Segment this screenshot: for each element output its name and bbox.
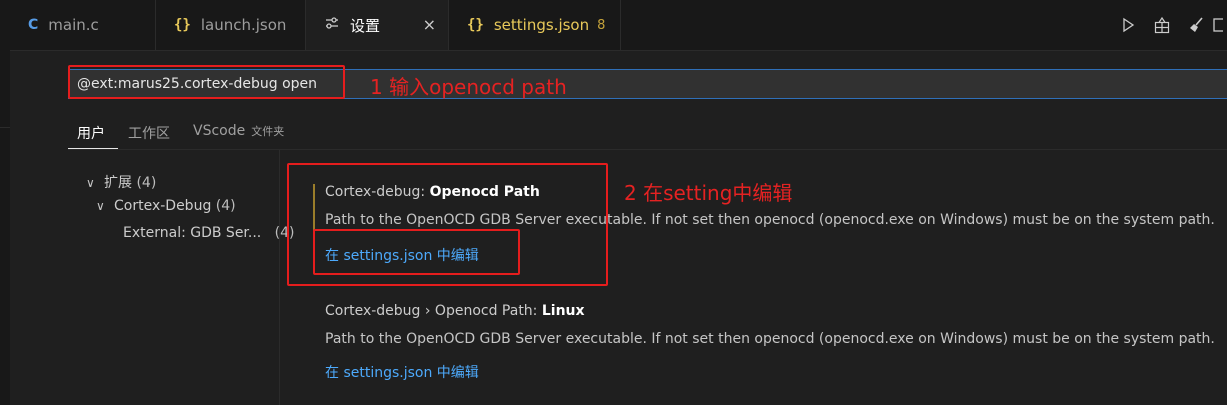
scope-tab-workspace[interactable]: 工作区	[128, 123, 170, 143]
active-scope-indicator	[68, 148, 118, 149]
chevron-down-icon: ∨	[86, 176, 95, 190]
split-icon[interactable]	[1145, 8, 1179, 42]
edit-in-settings-json-link[interactable]: 在 settings.json 中编辑	[325, 245, 479, 265]
tab-label: settings.json	[493, 16, 590, 34]
left-gutter	[0, 0, 10, 405]
toc-item-extensions[interactable]: ∨ 扩展 (4)	[86, 172, 156, 192]
settings-search-box	[68, 69, 1227, 99]
scope-divider	[68, 149, 1227, 150]
setting-description: Path to the OpenOCD GDB Server executabl…	[325, 331, 1215, 347]
toc-item-external-gdb[interactable]: External: GDB Ser... (4)	[123, 225, 294, 241]
toc-item-cortex-debug[interactable]: ∨ Cortex-Debug (4)	[96, 198, 236, 214]
broom-icon[interactable]	[1179, 8, 1213, 42]
setting-description: Path to the OpenOCD GDB Server executabl…	[325, 212, 1215, 228]
tab-settings[interactable]: 设置 ×	[306, 0, 449, 50]
tab-label: 设置	[350, 16, 381, 35]
tab-label: main.c	[48, 16, 99, 34]
annotation-step-2: 2 在setting中编辑	[624, 181, 793, 205]
layout-icon[interactable]	[1213, 8, 1227, 42]
problem-count-badge: 8	[597, 17, 606, 33]
json-file-icon: {}	[467, 17, 484, 33]
run-icon[interactable]	[1111, 8, 1145, 42]
tab-settings-json[interactable]: {} settings.json 8	[449, 0, 621, 50]
toc-separator	[279, 150, 280, 405]
editor-tab-bar: C main.c {} launch.json 设置 × {} settings…	[10, 0, 1227, 51]
tab-launch-json[interactable]: {} launch.json	[156, 0, 306, 50]
setting-focus-indicator	[313, 184, 315, 262]
tab-main-c[interactable]: C main.c	[10, 0, 156, 50]
json-file-icon: {}	[174, 17, 191, 33]
setting-title-openocd-path-linux: Cortex-debug › Openocd Path: Linux	[325, 303, 585, 319]
gutter-divider	[0, 127, 10, 128]
editor-actions	[1111, 0, 1227, 50]
settings-icon	[324, 15, 340, 35]
edit-in-settings-json-link[interactable]: 在 settings.json 中编辑	[325, 362, 479, 382]
scope-tab-user[interactable]: 用户	[77, 123, 105, 143]
annotation-step-1: 1 输入openocd path	[370, 75, 567, 99]
folder-suffix: 文件夹	[251, 125, 285, 138]
setting-title-openocd-path: Cortex-debug: Openocd Path	[325, 184, 540, 200]
c-file-icon: C	[28, 17, 39, 33]
close-icon[interactable]: ×	[423, 15, 436, 34]
folder-name: VScode	[193, 123, 246, 139]
tab-label: launch.json	[200, 16, 287, 34]
chevron-down-icon: ∨	[96, 199, 105, 213]
scope-tab-folder[interactable]: VScode 文件夹	[193, 123, 284, 139]
